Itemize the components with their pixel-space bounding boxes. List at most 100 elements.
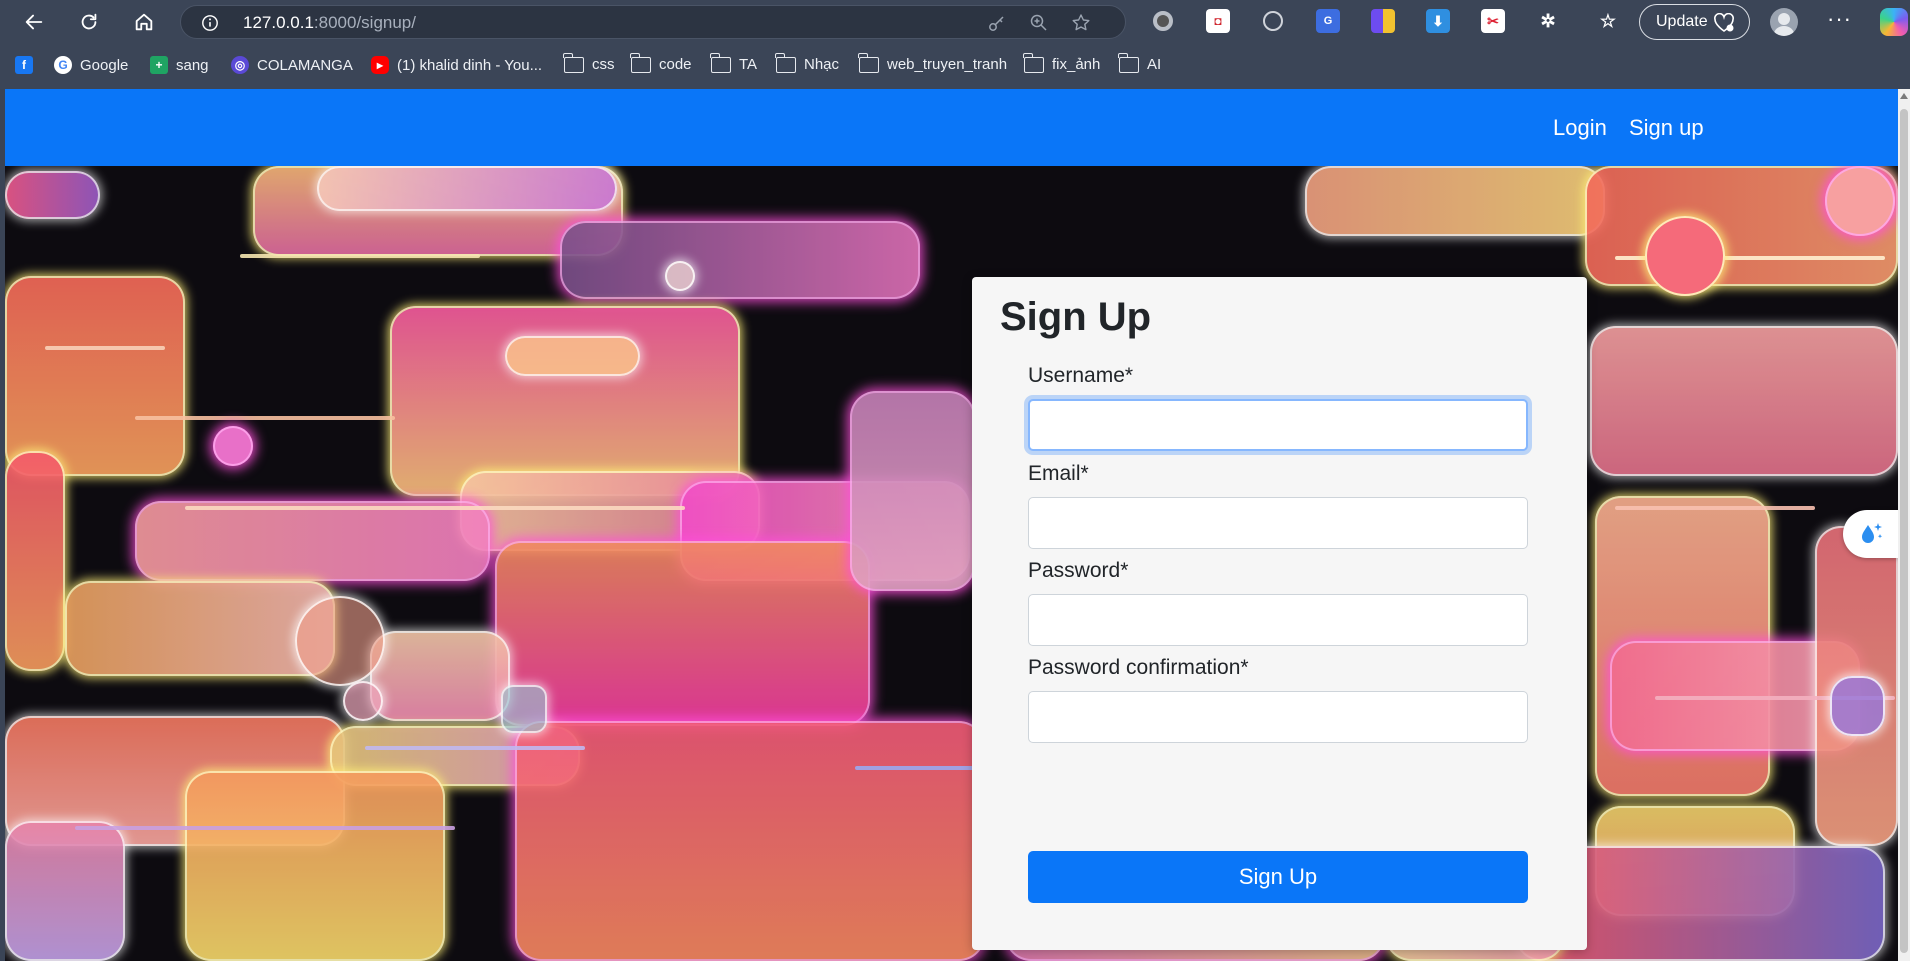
back-arrow-icon — [25, 14, 43, 30]
site-navbar: Login Sign up — [5, 89, 1898, 166]
bg-shape — [505, 336, 640, 376]
browser-toolbar: 127.0.0.1:8000/signup/ ◘ G ⬇ ✂ ✲ ☆ Updat… — [0, 0, 1910, 44]
download-extension-icon[interactable]: ⬇ — [1426, 9, 1450, 33]
compass-extension-icon[interactable] — [1261, 9, 1285, 33]
zoom-icon[interactable] — [1029, 13, 1049, 33]
scrollbar-thumb[interactable] — [1900, 109, 1908, 953]
profile-avatar[interactable] — [1770, 8, 1798, 36]
password-confirmation-input[interactable] — [1028, 691, 1528, 743]
bookmark-label: fix_ảnh — [1052, 56, 1101, 73]
favorites-icon[interactable]: ☆ — [1596, 9, 1620, 33]
bookmark-label: css — [592, 56, 615, 73]
bg-shape — [135, 501, 490, 581]
bg-streak — [365, 746, 585, 750]
bg-bubble — [665, 261, 695, 291]
bg-shape — [390, 306, 740, 496]
nav-login-link[interactable]: Login — [1553, 115, 1607, 141]
google-icon: G — [54, 56, 72, 74]
address-bar[interactable]: 127.0.0.1:8000/signup/ — [180, 5, 1126, 39]
signup-card: Sign Up Username* Email* Password* Passw… — [972, 277, 1587, 950]
bg-shape — [560, 221, 920, 299]
bookmark-label: COLAMANGA — [257, 56, 353, 74]
password-input[interactable] — [1028, 594, 1528, 646]
bookmark-folder-ai[interactable]: AI — [1118, 52, 1162, 73]
record-extension-icon[interactable] — [1151, 9, 1175, 33]
bookmark-youtube[interactable]: ▶ (1) khalid dinh - You... — [371, 56, 542, 74]
bookmark-label: TA — [739, 56, 758, 73]
bg-shape — [370, 631, 510, 721]
more-menu-button[interactable]: ··· — [1827, 6, 1852, 32]
folder-icon — [630, 52, 651, 73]
sheets-icon: + — [150, 56, 168, 74]
bg-bubble — [1645, 216, 1725, 296]
bookmark-label: Nhạc — [804, 56, 840, 73]
favorite-star-icon[interactable] — [1071, 13, 1091, 33]
url-path: :8000/signup/ — [313, 13, 416, 32]
water-drop-sparkle-icon — [1861, 523, 1882, 543]
bg-shape — [317, 166, 617, 211]
url-host: 127.0.0.1 — [243, 13, 314, 32]
copilot-icon[interactable] — [1880, 8, 1908, 36]
bookmark-sang[interactable]: + sang — [150, 56, 209, 74]
nav-signup-link[interactable]: Sign up — [1629, 115, 1704, 141]
bg-bubble — [1830, 676, 1885, 736]
adblock-extension-icon[interactable]: ◘ — [1206, 9, 1230, 33]
bg-shape — [5, 171, 100, 219]
bg-shape — [185, 771, 445, 961]
bg-streak — [75, 826, 455, 830]
bg-shape — [495, 541, 870, 726]
facebook-icon: f — [15, 56, 33, 74]
browser-chrome: 127.0.0.1:8000/signup/ ◘ G ⬇ ✂ ✲ ☆ Updat… — [0, 0, 1910, 89]
tools-extension-icon[interactable]: ✂ — [1481, 9, 1505, 33]
site-info-icon[interactable] — [201, 14, 219, 32]
reload-button[interactable] — [73, 6, 105, 38]
extensions-puzzle-icon[interactable]: ✲ — [1536, 9, 1560, 33]
bg-shape — [5, 276, 185, 476]
bookmark-label: web_truyen_tranh — [887, 56, 1008, 73]
bg-bubble — [343, 681, 383, 721]
email-input[interactable] — [1028, 497, 1528, 549]
colamanga-icon: ◎ — [231, 56, 249, 74]
bookmarks-bar: f G Google + sang ◎ COLAMANGA ▶ (1) khal… — [0, 52, 1910, 82]
colorful-extension-icon[interactable] — [1371, 9, 1395, 33]
bg-shape — [1305, 166, 1605, 236]
bookmark-folder-css[interactable]: css — [563, 52, 615, 73]
youtube-icon: ▶ — [371, 56, 389, 74]
background-image: Sign Up Username* Email* Password* Passw… — [5, 166, 1898, 961]
floating-widget-button[interactable] — [1843, 510, 1898, 558]
signup-submit-button[interactable]: Sign Up — [1028, 851, 1528, 903]
heart-icon — [1714, 13, 1734, 32]
bookmark-facebook[interactable]: f — [15, 56, 33, 74]
page-scrollbar[interactable] — [1898, 89, 1910, 961]
username-input[interactable] — [1028, 399, 1528, 451]
bookmark-folder-ta[interactable]: TA — [710, 52, 758, 73]
bookmark-label: AI — [1147, 56, 1162, 73]
bookmark-folder-code[interactable]: code — [630, 52, 692, 73]
bg-bubble — [1825, 166, 1895, 236]
bg-streak — [135, 416, 395, 420]
bookmark-label: code — [659, 56, 692, 73]
back-button[interactable] — [18, 6, 50, 38]
scroll-up-arrow-icon[interactable] — [1900, 93, 1908, 99]
bookmark-folder-nhac[interactable]: Nhạc — [775, 52, 840, 73]
key-icon[interactable] — [987, 13, 1007, 33]
password-confirmation-label: Password confirmation* — [1028, 656, 1249, 679]
bg-streak — [185, 506, 685, 510]
bookmark-colamanga[interactable]: ◎ COLAMANGA — [231, 56, 353, 74]
update-button[interactable]: Update — [1639, 4, 1750, 40]
page-title: Sign Up — [1000, 295, 1152, 339]
bookmark-folder-web-truyen-tranh[interactable]: web_truyen_tranh — [858, 52, 1008, 73]
bg-shape — [1590, 326, 1898, 476]
url-text: 127.0.0.1:8000/signup/ — [243, 13, 416, 33]
email-label: Email* — [1028, 462, 1089, 485]
home-button[interactable] — [128, 6, 160, 38]
bg-shape — [5, 821, 125, 961]
folder-icon — [1023, 52, 1044, 73]
home-icon — [135, 13, 153, 31]
translate-extension-icon[interactable]: G — [1316, 9, 1340, 33]
bookmark-folder-fix-anh[interactable]: fix_ảnh — [1023, 52, 1101, 73]
folder-icon — [858, 52, 879, 73]
bookmark-google[interactable]: G Google — [54, 56, 128, 74]
folder-icon — [710, 52, 731, 73]
bg-shape — [850, 391, 975, 591]
